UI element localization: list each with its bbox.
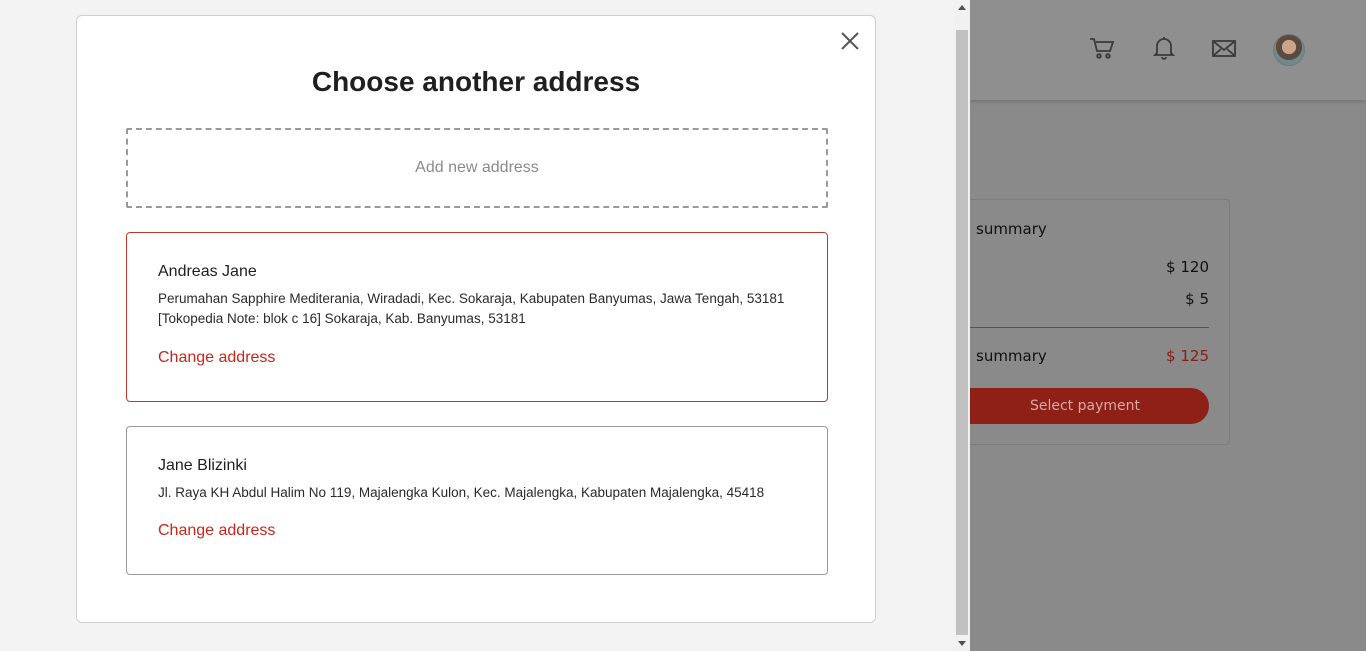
address-card[interactable]: Jane Blizinki Jl. Raya KH Abdul Halim No…	[126, 426, 828, 575]
cart-icon[interactable]	[1088, 34, 1116, 62]
scrollbar[interactable]	[954, 0, 970, 651]
address-name: Jane Blizinki	[158, 457, 247, 474]
address-name: Andreas Jane	[158, 263, 257, 280]
user-avatar[interactable]	[1273, 34, 1305, 66]
top-header	[970, 0, 1366, 100]
summary-title: summary	[976, 220, 1047, 238]
mail-icon[interactable]	[1210, 34, 1238, 62]
modal-title: Choose another address	[311, 66, 641, 97]
change-address-link[interactable]: Change address	[158, 522, 275, 540]
add-new-address-button[interactable]: Add new address	[126, 128, 828, 208]
scroll-up-arrow-icon[interactable]	[958, 5, 966, 10]
change-address-link[interactable]: Change address	[158, 349, 275, 367]
scroll-down-arrow-icon[interactable]	[958, 641, 966, 646]
address-card-selected[interactable]: Andreas Jane Perumahan Sapphire Meditera…	[126, 232, 828, 402]
summary-divider	[970, 327, 1209, 328]
background-overlay: summary $ 120 $ 5 summary $ 125 Select p…	[970, 0, 1366, 651]
close-icon[interactable]	[839, 30, 861, 52]
address-text: Jl. Raya KH Abdul Halim No 119, Majaleng…	[158, 485, 765, 500]
summary-total-label: summary	[976, 347, 1047, 365]
summary-total-value: $ 125	[1166, 347, 1209, 365]
select-payment-button[interactable]: Select payment	[970, 388, 1209, 424]
order-summary-card: summary $ 120 $ 5 summary $ 125 Select p…	[970, 199, 1230, 445]
summary-fee-value: $ 5	[1185, 290, 1209, 308]
choose-address-modal: Choose another address Add new address A…	[76, 15, 876, 623]
address-text: Perumahan Sapphire Mediterania, Wiradadi…	[158, 291, 785, 326]
summary-subtotal-value: $ 120	[1166, 258, 1209, 276]
scroll-thumb[interactable]	[956, 30, 968, 635]
bell-icon[interactable]	[1150, 34, 1178, 62]
